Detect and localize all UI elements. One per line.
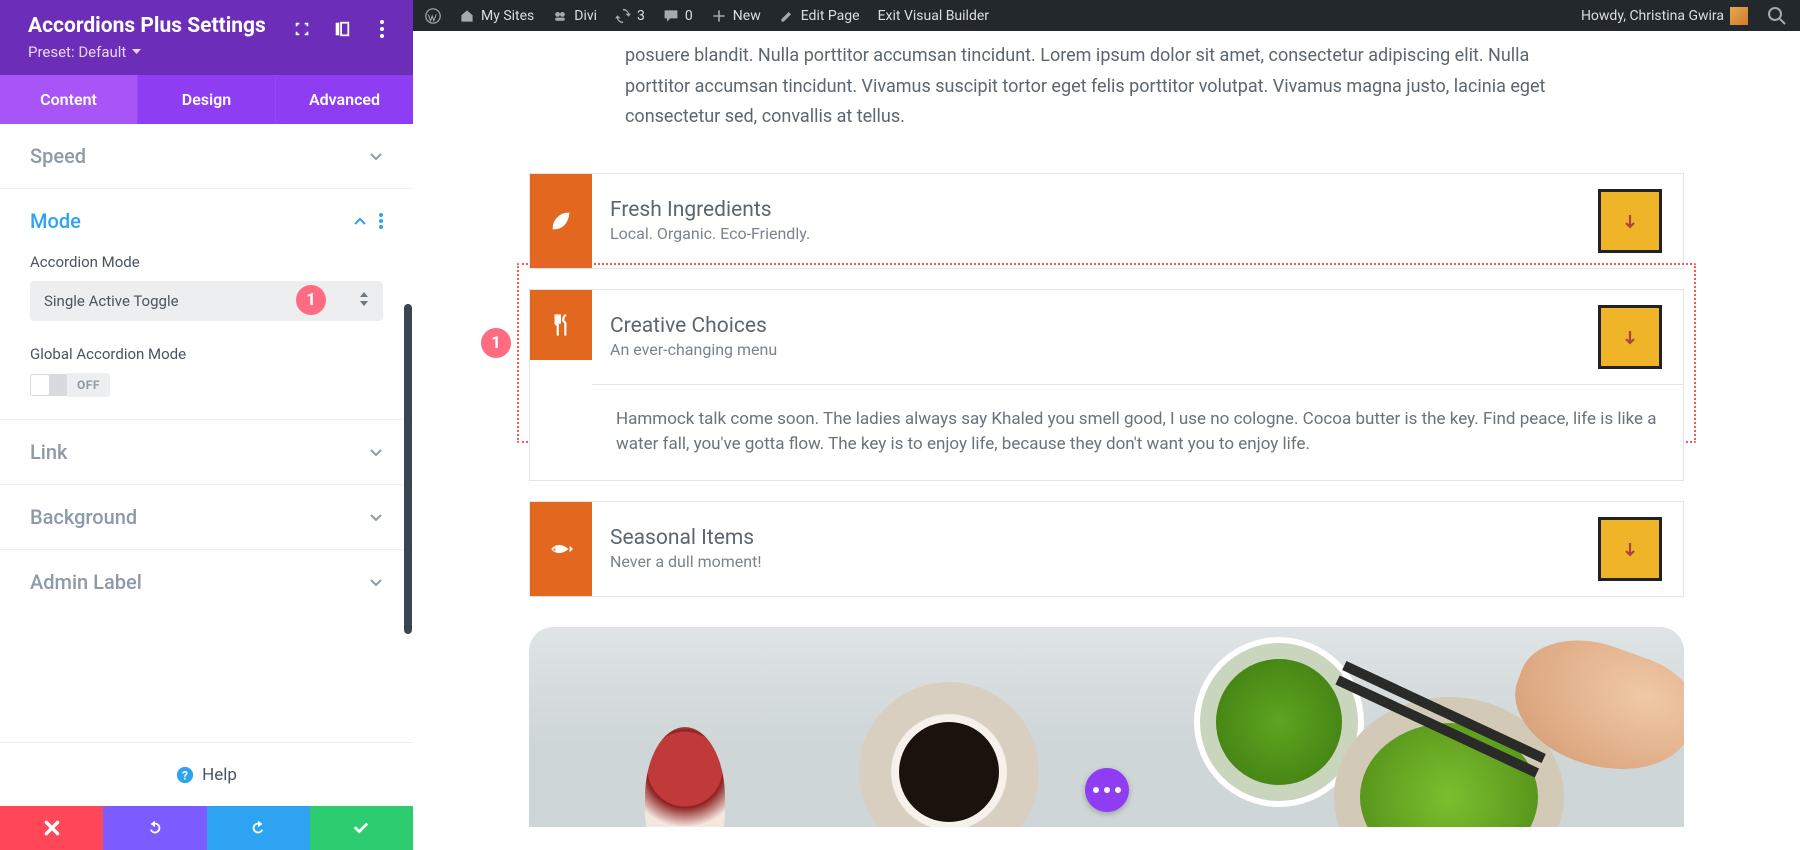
preview-area: My Sites Divi 3 0 New Edit Page Exit Vis… [413, 0, 1800, 850]
leaf-icon [530, 174, 592, 268]
edit-page-link[interactable]: Edit Page [779, 8, 860, 24]
updates-link[interactable]: 3 [615, 8, 645, 24]
accordion-list: 1 Fresh Ingredients Local. Organic. Eco-… [529, 173, 1684, 827]
accordion-title: Creative Choices [610, 314, 777, 338]
my-sites-link[interactable]: My Sites [459, 8, 534, 24]
section-title: Mode [30, 209, 81, 233]
accordion-item[interactable]: Fresh Ingredients Local. Organic. Eco-Fr… [529, 173, 1684, 269]
accordion-toggle[interactable] [1598, 305, 1662, 369]
divi-link[interactable]: Divi [552, 8, 597, 24]
section-title: Background [30, 505, 137, 529]
help-icon: ? [176, 766, 194, 784]
section-admin-label: Admin Label [0, 550, 413, 614]
section-title: Admin Label [30, 570, 142, 594]
undo-button[interactable] [103, 806, 206, 850]
hero-image [529, 627, 1684, 827]
accordion-subtitle: Local. Organic. Eco-Friendly. [610, 224, 810, 243]
panel-body: Speed Mode Accordion Mode Single Active … [0, 124, 413, 742]
callout-badge: 1 [296, 285, 326, 315]
accordion-content: Hammock talk come soon. The ladies alway… [592, 384, 1683, 480]
cancel-button[interactable] [0, 806, 103, 850]
caret-down-icon [132, 49, 141, 55]
callout-badge: 1 [481, 328, 511, 358]
section-link: Link [0, 420, 413, 485]
svg-text:?: ? [182, 768, 188, 782]
global-mode-toggle[interactable]: OFF [30, 373, 383, 397]
module-options-button[interactable] [1085, 768, 1129, 812]
chevron-down-icon [369, 575, 383, 589]
kebab-icon[interactable] [379, 213, 383, 229]
accordion-toggle[interactable] [1598, 517, 1662, 581]
chevron-down-icon [369, 510, 383, 524]
new-link[interactable]: New [711, 8, 761, 24]
accordion-subtitle: Never a dull moment! [610, 552, 761, 571]
redo-button[interactable] [207, 806, 310, 850]
section-mode-content: Accordion Mode Single Active Toggle 1 Gl… [30, 253, 383, 419]
section-speed: Speed [0, 124, 413, 189]
global-mode-label: Global Accordion Mode [30, 345, 383, 363]
section-title: Link [30, 440, 67, 464]
save-button[interactable] [310, 806, 413, 850]
accordion-toggle[interactable] [1598, 189, 1662, 253]
help-link[interactable]: ? Help [0, 742, 413, 806]
search-icon[interactable] [1766, 5, 1788, 27]
intro-paragraph: posuere blandit. Nulla porttitor accumsa… [625, 41, 1588, 133]
tab-content[interactable]: Content [0, 75, 137, 124]
accordion-mode-select[interactable]: Single Active Toggle 1 [30, 281, 383, 321]
comments-link[interactable]: 0 [663, 8, 693, 24]
section-title: Speed [30, 144, 86, 168]
accordion-item[interactable]: Seasonal Items Never a dull moment! [529, 501, 1684, 597]
section-background: Background [0, 485, 413, 550]
utensils-icon [530, 290, 592, 360]
select-arrows-icon [359, 292, 369, 310]
accordion-item[interactable]: Creative Choices An ever-changing menu H… [529, 289, 1684, 481]
accordion-mode-label: Accordion Mode [30, 253, 383, 271]
page-content: posuere blandit. Nulla porttitor accumsa… [413, 31, 1800, 850]
exit-vb-link[interactable]: Exit Visual Builder [878, 8, 989, 24]
tab-design[interactable]: Design [137, 75, 276, 124]
expand-icon[interactable] [293, 20, 311, 38]
kebab-icon[interactable] [373, 20, 391, 38]
fish-icon [530, 502, 592, 596]
settings-panel: Accordions Plus Settings Preset: Default… [0, 0, 413, 850]
chevron-up-icon [353, 214, 367, 228]
avatar [1730, 7, 1748, 25]
wp-admin-bar: My Sites Divi 3 0 New Edit Page Exit Vis… [413, 0, 1800, 31]
panel-footer [0, 806, 413, 850]
accordion-title: Fresh Ingredients [610, 198, 810, 222]
panel-header: Accordions Plus Settings Preset: Default [0, 0, 413, 75]
accordion-subtitle: An ever-changing menu [610, 340, 777, 359]
library-icon[interactable] [333, 20, 351, 38]
chevron-down-icon [369, 445, 383, 459]
panel-tabs: Content Design Advanced [0, 75, 413, 124]
preset-selector[interactable]: Preset: Default [28, 43, 266, 61]
howdy-user[interactable]: Howdy, Christina Gwira [1581, 7, 1748, 25]
section-mode: Mode Accordion Mode Single Active Toggle… [0, 189, 413, 420]
scrollbar[interactable] [404, 124, 413, 672]
panel-title: Accordions Plus Settings [28, 14, 266, 39]
chevron-down-icon [369, 149, 383, 163]
accordion-title: Seasonal Items [610, 526, 761, 550]
tab-advanced[interactable]: Advanced [276, 75, 413, 124]
wp-logo[interactable] [425, 8, 441, 24]
